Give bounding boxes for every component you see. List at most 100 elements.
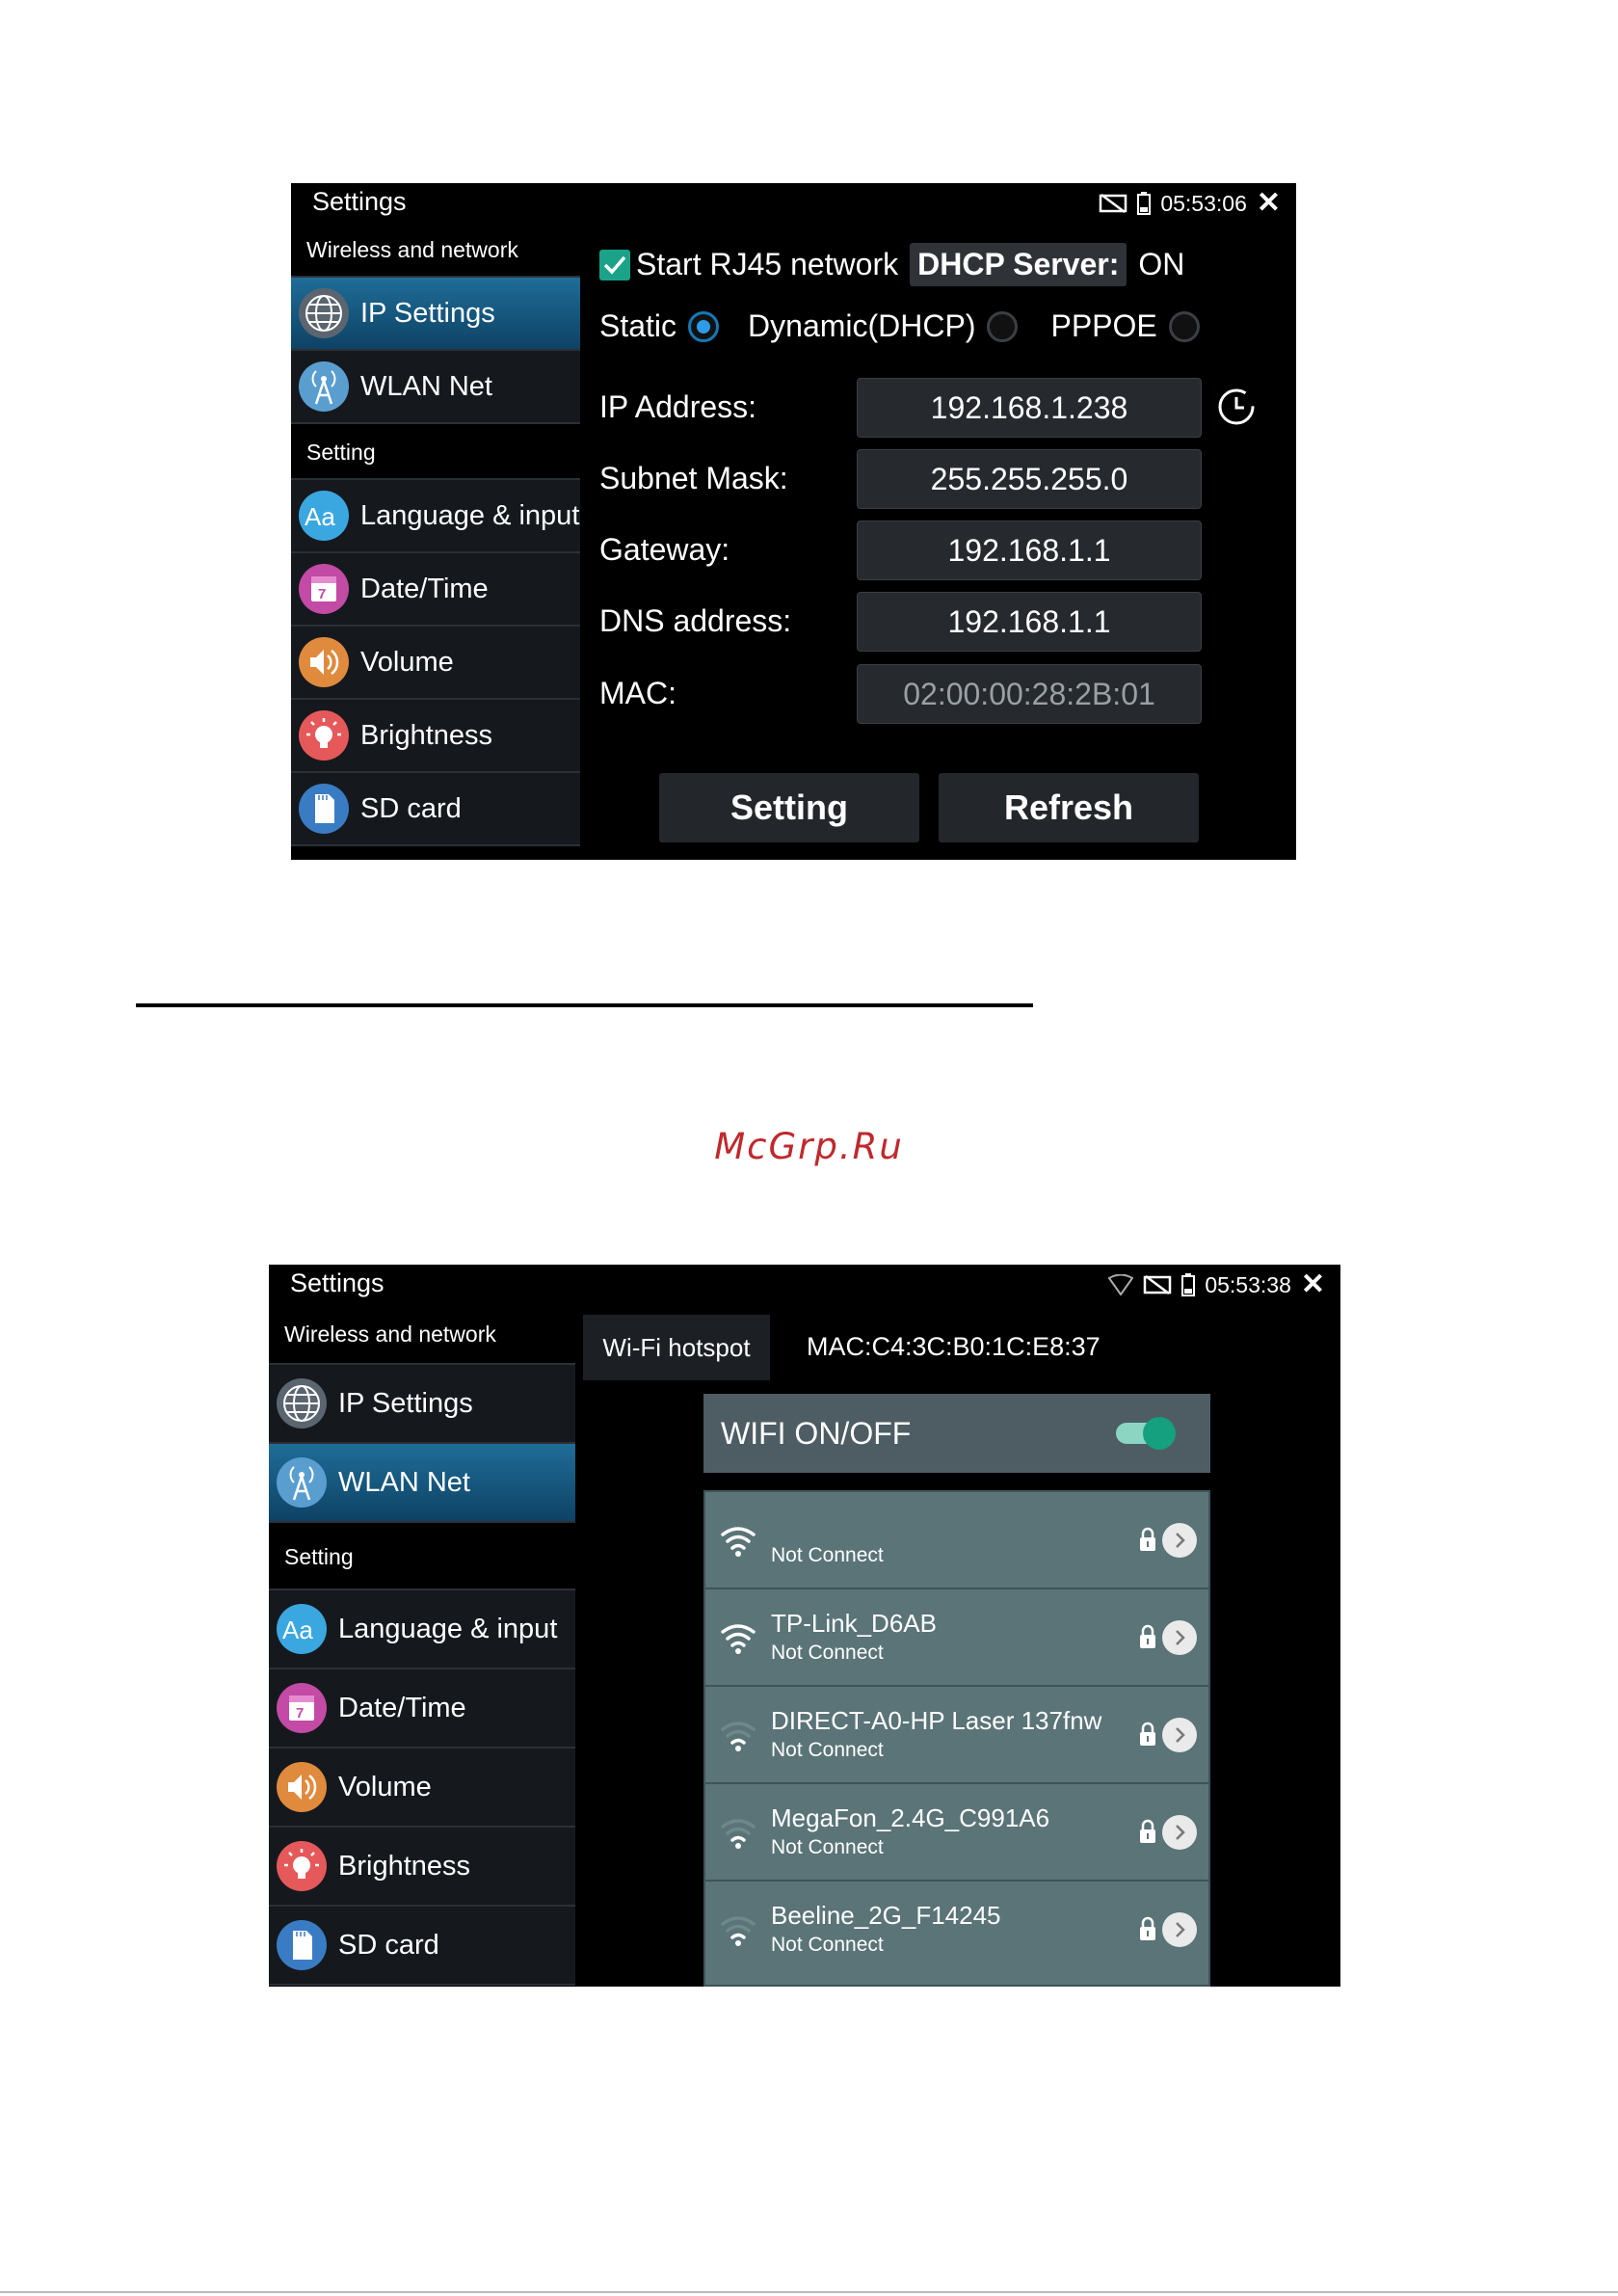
wifi-weak-icon (721, 1819, 756, 1849)
sidebar-item-language[interactable]: Aa Language & input (269, 1590, 575, 1669)
wifi-network-item[interactable]: MegaFon_2.4G_C991A6 Not Connect (705, 1784, 1208, 1882)
sidebar-item-sd-card[interactable]: SD card (269, 1907, 575, 1986)
chevron-right-icon[interactable] (1162, 1523, 1197, 1558)
antenna-icon (299, 361, 349, 412)
section-header-setting: Setting (269, 1523, 575, 1590)
wifi-network-item[interactable]: DIRECT-A0-HP Laser 137fnw Not Connect (705, 1687, 1208, 1784)
gateway-label: Gateway: (599, 532, 730, 567)
sidebar-item-ip-settings[interactable]: IP Settings (291, 278, 580, 351)
settings-sidebar: Wireless and network IP Settings WLAN Ne… (269, 1303, 575, 1987)
chevron-right-icon[interactable] (1162, 1620, 1197, 1655)
wlan-net-screenshot: Settings 05:53:38 ✕ Wireless and network… (269, 1265, 1340, 1987)
sidebar-item-language[interactable]: Aa Language & input (291, 480, 580, 553)
ip-address-label: IP Address: (599, 389, 757, 424)
svg-text:7: 7 (318, 586, 326, 602)
pppoe-radio[interactable] (1168, 310, 1200, 342)
history-icon[interactable] (1216, 387, 1257, 427)
sidebar-item-sd-card[interactable]: SD card (291, 773, 580, 846)
wifi-network-status: Not Connect (771, 1739, 884, 1761)
page-bottom-border (0, 2291, 1618, 2293)
section-header-wireless: Wireless and network (291, 222, 580, 278)
wifi-strong-icon (721, 1624, 756, 1654)
clock: 05:53:06 (1160, 190, 1247, 216)
mac-field: 02:00:00:28:2B:01 (857, 664, 1202, 724)
wifi-network-status: Not Connect (771, 1934, 884, 1956)
chevron-right-icon[interactable] (1162, 1912, 1197, 1947)
ip-settings-pane: Start RJ45 network DHCP Server: ON Stati… (599, 222, 1296, 860)
subnet-mask-field[interactable]: 255.255.255.0 (857, 449, 1202, 509)
sidebar-item-wlan-net[interactable]: WLAN Net (291, 351, 580, 424)
sidebar-item-label: SD card (360, 792, 462, 824)
dns-address-label: DNS address: (599, 603, 792, 638)
close-icon[interactable]: ✕ (1257, 189, 1281, 218)
sidebar-item-volume[interactable]: Volume (291, 627, 580, 700)
sidebar-item-label: Brightness (338, 1850, 471, 1882)
wifi-toggle-bar: WIFI ON/OFF (703, 1394, 1210, 1473)
sidebar-item-label: Language & input (360, 499, 580, 531)
dhcp-server-label: DHCP Server: (910, 243, 1127, 286)
app-title: Settings (312, 187, 407, 216)
gateway-field[interactable]: 192.168.1.1 (857, 521, 1202, 580)
ip-address-field[interactable]: 192.168.1.238 (857, 378, 1202, 438)
svg-text:Aa: Aa (282, 1615, 313, 1644)
sidebar-item-volume[interactable]: Volume (269, 1749, 575, 1828)
battery-icon (1181, 1273, 1196, 1296)
language-icon: Aa (277, 1604, 327, 1654)
no-screen-icon (1143, 1274, 1172, 1295)
wifi-status-icon (1108, 1274, 1134, 1295)
antenna-icon (277, 1457, 327, 1508)
dns-address-field[interactable]: 192.168.1.1 (857, 592, 1202, 652)
sidebar-item-date-time[interactable]: 7 Date/Time (291, 553, 580, 627)
status-bar: Settings 05:53:38 ✕ (269, 1265, 1340, 1303)
wifi-network-item[interactable]: Beeline_2G_F14245 Not Connect (705, 1882, 1208, 1979)
tab-wifi-hotspot[interactable]: Wi-Fi hotspot (583, 1315, 770, 1380)
no-screen-icon (1099, 193, 1127, 214)
wifi-weak-icon (721, 1916, 756, 1946)
wifi-network-name: MegaFon_2.4G_C991A6 (771, 1803, 1050, 1832)
sidebar-item-brightness[interactable]: Brightness (269, 1828, 575, 1907)
wifi-network-status: Not Connect (771, 1544, 884, 1566)
dhcp-server-value[interactable]: ON (1138, 247, 1184, 282)
sidebar-item-label: Date/Time (360, 573, 489, 604)
clock: 05:53:38 (1205, 1271, 1291, 1297)
subnet-mask-label: Subnet Mask: (599, 461, 788, 495)
horizontal-rule (136, 1003, 1033, 1007)
dhcp-radio[interactable] (987, 310, 1019, 342)
wifi-network-item[interactable]: Not Connect (705, 1492, 1208, 1589)
sidebar-item-wlan-net[interactable]: WLAN Net (269, 1444, 575, 1523)
ip-settings-screenshot: Settings 05:53:06 ✕ Wireless and network… (291, 183, 1296, 860)
app-title: Settings (290, 1268, 385, 1297)
globe-icon (277, 1378, 327, 1428)
sidebar-item-brightness[interactable]: Brightness (291, 700, 580, 773)
mode-dhcp-label: Dynamic(DHCP) (748, 308, 976, 343)
mode-static-label: Static (599, 308, 677, 343)
sidebar-item-label: IP Settings (360, 297, 495, 329)
sidebar-item-label: IP Settings (338, 1387, 473, 1419)
chevron-right-icon[interactable] (1162, 1718, 1197, 1752)
wifi-network-name: Beeline_2G_F14245 (771, 1901, 1001, 1930)
wifi-network-item[interactable]: TP-Link_D6AB Not Connect (705, 1589, 1208, 1687)
chevron-right-icon[interactable] (1162, 1815, 1197, 1850)
wifi-network-list: Not Connect TP-Link_D6AB Not Connect DIR… (703, 1490, 1210, 1987)
lock-icon (1140, 1722, 1155, 1746)
close-icon[interactable]: ✕ (1301, 1270, 1325, 1299)
sidebar-item-label: SD card (338, 1929, 439, 1961)
battery-icon (1137, 192, 1152, 215)
refresh-button[interactable]: Refresh (939, 773, 1199, 842)
start-rj45-checkbox[interactable] (599, 249, 630, 280)
wifi-switch[interactable] (1116, 1417, 1176, 1450)
sdcard-icon (277, 1920, 327, 1970)
lock-icon (1140, 1916, 1155, 1940)
speaker-icon (299, 637, 349, 687)
lock-icon (1140, 1624, 1155, 1648)
sidebar-item-date-time[interactable]: 7 Date/Time (269, 1669, 575, 1749)
mac-label: MAC: (599, 676, 676, 710)
sidebar-item-ip-settings[interactable]: IP Settings (269, 1365, 575, 1444)
calendar-icon: 7 (277, 1683, 327, 1733)
wifi-network-name: DIRECT-A0-HP Laser 137fnw (771, 1706, 1102, 1735)
wifi-strong-icon (721, 1527, 756, 1557)
static-radio[interactable] (688, 310, 720, 342)
start-rj45-label: Start RJ45 network (636, 247, 899, 281)
sidebar-item-label: Language & input (338, 1613, 558, 1644)
setting-button[interactable]: Setting (659, 773, 919, 842)
